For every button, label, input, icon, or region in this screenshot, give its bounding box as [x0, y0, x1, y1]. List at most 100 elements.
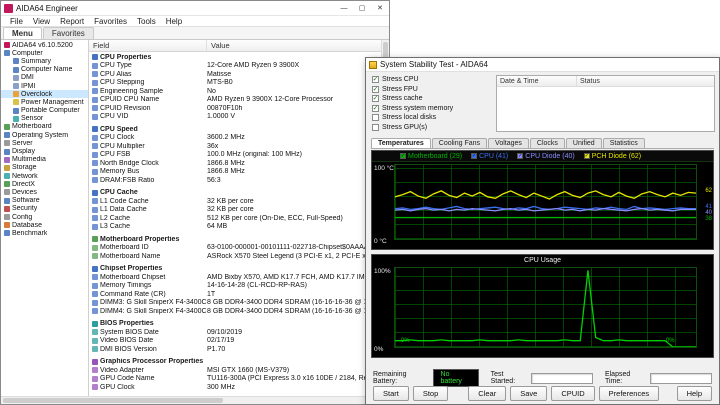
- field-row-dimm3-g-skill-sniperx-f4-3400c16-8gsxw[interactable]: DIMM3: G Skill SniperX F4-3400C16-8GSXW8…: [89, 299, 381, 308]
- maximize-button[interactable]: ▢: [353, 1, 371, 15]
- field-row-memory-bus[interactable]: Memory Bus 1866.8 MHz: [89, 168, 381, 177]
- tree-item-storage[interactable]: Storage: [1, 164, 88, 172]
- stress-option-stress-fpu[interactable]: ✓ Stress FPU: [372, 85, 492, 95]
- tree-item-power-management[interactable]: Power Management: [1, 98, 88, 106]
- field-row-dimm4-g-skill-sniperx-f4-3400c16-8gsxw[interactable]: DIMM4: G Skill SniperX F4-3400C16-8GSXW8…: [89, 307, 381, 316]
- field-row-l1-code-cache[interactable]: L1 Code Cache 32 KB per core: [89, 197, 381, 206]
- tree-item-summary[interactable]: Summary: [1, 57, 88, 65]
- tree-item-software[interactable]: Software: [1, 197, 88, 205]
- field-row-dram-fsb-ratio[interactable]: DRAM:FSB Ratio 56:3: [89, 176, 381, 185]
- tab-statistics[interactable]: Statistics: [602, 138, 645, 148]
- menu-item-file[interactable]: File: [5, 17, 28, 26]
- section-header-cpu-cache[interactable]: CPU Cache: [89, 189, 381, 198]
- field-row-l2-cache[interactable]: L2 Cache 512 KB per core (On-Die, ECC, Fu…: [89, 214, 381, 223]
- stress-option-stress-system-memory[interactable]: ✓ Stress system memory: [372, 104, 492, 114]
- column-header-value[interactable]: Value: [207, 41, 381, 50]
- sst-titlebar[interactable]: System Stability Test - AIDA64: [366, 58, 719, 72]
- column-header-status[interactable]: Status: [577, 76, 714, 86]
- field-row-north-bridge-clock[interactable]: North Bridge Clock 1866.8 MHz: [89, 159, 381, 168]
- tree-item-config[interactable]: Config: [1, 213, 88, 221]
- column-header-datetime[interactable]: Date & Time: [497, 76, 577, 86]
- stop-button[interactable]: Stop: [412, 386, 449, 401]
- tree-item-database[interactable]: Database: [1, 221, 88, 229]
- stress-option-stress-local-disks[interactable]: Stress local disks: [372, 113, 492, 123]
- field-row-memory-timings[interactable]: Memory Timings 14-16-14-28 (CL-RCD-RP-RAS…: [89, 282, 381, 291]
- help-button[interactable]: Help: [676, 386, 712, 401]
- field-row-gpu-clock[interactable]: GPU Clock 300 MHz: [89, 383, 381, 392]
- tree-item-multimedia[interactable]: Multimedia: [1, 156, 88, 164]
- tree-item-sensor[interactable]: Sensor: [1, 115, 88, 123]
- checkbox-stress-cpu[interactable]: ✓: [372, 76, 379, 84]
- menu-item-help[interactable]: Help: [161, 17, 187, 26]
- close-button[interactable]: ✕: [371, 1, 389, 15]
- section-header-graphics-processor-properties[interactable]: Graphics Processor Properties: [89, 358, 381, 367]
- field-row-cpu-stepping[interactable]: CPU Stepping MTS-B0: [89, 79, 381, 88]
- tab-voltages[interactable]: Voltages: [488, 138, 529, 148]
- tree-item-computer[interactable]: Computer: [1, 49, 88, 57]
- tree-item-benchmark[interactable]: Benchmark: [1, 229, 88, 237]
- legend-checkbox[interactable]: ✓: [583, 153, 590, 159]
- clear-button[interactable]: Clear: [468, 386, 507, 401]
- tree-item-motherboard[interactable]: Motherboard: [1, 123, 88, 131]
- stress-option-stress-cache[interactable]: ✓ Stress cache: [372, 94, 492, 104]
- field-row-l1-data-cache[interactable]: L1 Data Cache 32 KB per core: [89, 206, 381, 215]
- menu-item-favorites[interactable]: Favorites: [89, 17, 132, 26]
- section-header-cpu-properties[interactable]: CPU Properties: [89, 53, 381, 62]
- field-row-cpuid-cpu-name[interactable]: CPUID CPU Name AMD Ryzen 9 3900X 12-Core …: [89, 96, 381, 105]
- tree-item-overclock[interactable]: Overclock: [1, 90, 88, 99]
- minimize-button[interactable]: —: [335, 1, 353, 15]
- tree-item-devices[interactable]: Devices: [1, 188, 88, 196]
- field-row-motherboard-chipset[interactable]: Motherboard Chipset AMD Bixby X570, AMD K…: [89, 273, 381, 282]
- tab-temperatures[interactable]: Temperatures: [371, 138, 431, 148]
- horizontal-scrollbar[interactable]: [1, 396, 389, 404]
- checkbox-stress-system-memory[interactable]: ✓: [372, 104, 379, 112]
- legend-item-cpu-41[interactable]: ✓ CPU (41): [471, 153, 508, 160]
- stress-option-stress-gpu-s[interactable]: Stress GPU(s): [372, 123, 492, 133]
- panel-tab-menu[interactable]: Menu: [3, 27, 42, 39]
- field-row-motherboard-id[interactable]: Motherboard ID 63-0100-000001-00101111-02…: [89, 244, 381, 253]
- tree-item-directx[interactable]: DirectX: [1, 180, 88, 188]
- tree-item-portable-computer[interactable]: Portable Computer: [1, 107, 88, 115]
- panel-tab-favorites[interactable]: Favorites: [42, 27, 94, 39]
- menu-item-report[interactable]: Report: [55, 17, 89, 26]
- field-row-video-bios-date[interactable]: Video BIOS Date 02/17/19: [89, 337, 381, 346]
- save-button[interactable]: Save: [510, 386, 548, 401]
- tree-item-aida64-v6-10-5200[interactable]: AIDA64 v6.10.5200: [1, 41, 88, 49]
- legend-item-cpu-diode-40[interactable]: ✓ CPU Diode (40): [517, 153, 575, 160]
- section-header-motherboard-properties[interactable]: Motherboard Properties: [89, 235, 381, 244]
- menu-item-view[interactable]: View: [28, 17, 55, 26]
- field-row-engineering-sample[interactable]: Engineering Sample No: [89, 87, 381, 96]
- menu-item-tools[interactable]: Tools: [132, 17, 161, 26]
- tree-item-dmi[interactable]: DMI: [1, 74, 88, 82]
- field-row-dmi-bios-version[interactable]: DMI BIOS Version P1.70: [89, 345, 381, 354]
- checkbox-stress-cache[interactable]: ✓: [372, 95, 379, 103]
- field-row-system-bios-date[interactable]: System BIOS Date 09/10/2019: [89, 328, 381, 337]
- field-row-motherboard-name[interactable]: Motherboard Name ASRock X570 Steel Legend…: [89, 252, 381, 261]
- tree-item-server[interactable]: Server: [1, 139, 88, 147]
- main-titlebar[interactable]: AIDA64 Engineer — ▢ ✕: [1, 1, 389, 16]
- tree-item-network[interactable]: Network: [1, 172, 88, 180]
- section-header-chipset-properties[interactable]: Chipset Properties: [89, 265, 381, 274]
- legend-item-motherboard-29[interactable]: ✓ Motherboard (29): [400, 153, 462, 160]
- checkbox-stress-gpu-s[interactable]: [372, 123, 379, 131]
- column-header-field[interactable]: Field: [89, 40, 207, 51]
- field-row-cpu-alias[interactable]: CPU Alias Matisse: [89, 70, 381, 79]
- legend-checkbox[interactable]: ✓: [400, 153, 406, 159]
- horizontal-scrollbar-thumb[interactable]: [3, 398, 223, 403]
- field-row-gpu-code-name[interactable]: GPU Code Name TU116-300A (PCI Express 3.0…: [89, 375, 381, 384]
- section-header-cpu-speed[interactable]: CPU Speed: [89, 125, 381, 134]
- preferences-button[interactable]: Preferences: [598, 386, 660, 401]
- field-row-cpu-clock[interactable]: CPU Clock 3600.2 MHz: [89, 134, 381, 143]
- tab-unified[interactable]: Unified: [565, 138, 602, 148]
- tree-item-display[interactable]: Display: [1, 147, 88, 155]
- legend-checkbox[interactable]: ✓: [471, 153, 478, 159]
- field-row-command-rate-cr[interactable]: Command Rate (CR) 1T: [89, 290, 381, 299]
- field-row-cpu-fsb[interactable]: CPU FSB 100.0 MHz (original: 100 MHz): [89, 151, 381, 160]
- tree-item-security[interactable]: Security: [1, 205, 88, 213]
- tree-item-operating-system[interactable]: Operating System: [1, 131, 88, 139]
- checkbox-stress-local-disks[interactable]: [372, 114, 379, 122]
- legend-item-pch-diode-62[interactable]: ✓ PCH Diode (62): [583, 153, 641, 160]
- tree-item-ipmi[interactable]: IPMI: [1, 82, 88, 90]
- start-button[interactable]: Start: [373, 386, 409, 401]
- tab-clocks[interactable]: Clocks: [529, 138, 565, 148]
